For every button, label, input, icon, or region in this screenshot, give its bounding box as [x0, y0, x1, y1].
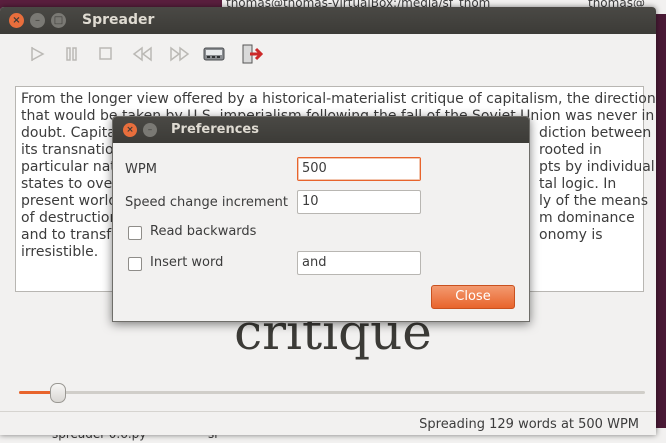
read-backwards-checkbox[interactable]: [128, 226, 142, 240]
text-line-left: From the longer view offered by a histor…: [21, 91, 656, 107]
text-line-left: irresistible.: [21, 244, 99, 260]
text-line-left: its transnation: [21, 142, 123, 158]
text-line-right: onomy is: [539, 227, 603, 243]
fast-forward-button[interactable]: [166, 42, 192, 66]
preferences-dialog: × – Preferences WPM 500 Speed change inc…: [112, 116, 530, 322]
text-line-right: m dominance: [539, 210, 635, 226]
quit-icon: [242, 44, 264, 64]
text-line-left: and to transfo: [21, 227, 120, 243]
fast-forward-icon: [170, 46, 190, 62]
text-line-left: present world: [21, 193, 118, 209]
text-line-right: tal logic. In: [539, 176, 617, 192]
progress-slider-handle[interactable]: [50, 383, 66, 403]
dialog-titlebar[interactable]: × – Preferences: [113, 117, 529, 143]
status-bar: Spreading 129 words at 500 WPM: [0, 411, 656, 435]
window-close-button[interactable]: ×: [9, 13, 24, 28]
wpm-label: WPM: [125, 162, 157, 177]
insert-word-label[interactable]: Insert word: [150, 255, 223, 270]
text-line-left: states to over: [21, 176, 118, 192]
text-line-left: particular nati: [21, 159, 120, 175]
preferences-button[interactable]: [201, 42, 227, 66]
speed-increment-label: Speed change increment: [125, 195, 288, 210]
pause-button[interactable]: [59, 42, 85, 66]
dialog-close-button[interactable]: ×: [123, 123, 137, 137]
text-line-right: ly of the means: [539, 193, 648, 209]
preferences-icon: [203, 47, 225, 61]
stop-icon: [99, 47, 112, 60]
desktop-background: [656, 14, 666, 443]
window-titlebar[interactable]: × – □ Spreader: [0, 7, 656, 34]
dialog-minimize-button[interactable]: –: [143, 123, 157, 137]
window-minimize-button[interactable]: –: [30, 13, 45, 28]
text-line-right: diction between: [539, 125, 652, 141]
pause-icon: [66, 47, 77, 61]
insert-word-checkbox[interactable]: [128, 257, 142, 271]
wpm-field[interactable]: 500: [297, 157, 421, 181]
dialog-title: Preferences: [171, 122, 259, 137]
rewind-icon: [132, 46, 152, 62]
window-maximize-button[interactable]: □: [51, 13, 66, 28]
rewind-button[interactable]: [130, 42, 156, 66]
text-line-right: rooted in: [539, 142, 602, 158]
text-line-right: pts by individual: [539, 159, 655, 175]
play-icon: [31, 46, 45, 62]
window-title: Spreader: [82, 12, 155, 28]
text-line-left: of destruction: [21, 210, 119, 226]
quit-button[interactable]: [239, 42, 265, 66]
insert-word-field[interactable]: and: [297, 251, 421, 275]
stop-button[interactable]: [93, 42, 119, 66]
progress-slider[interactable]: [19, 391, 645, 394]
close-button[interactable]: Close: [431, 285, 515, 309]
toolbar: [0, 34, 656, 74]
play-button[interactable]: [24, 42, 50, 66]
read-backwards-label[interactable]: Read backwards: [150, 224, 256, 239]
text-line: From the longer view offered by a histor…: [21, 91, 656, 108]
speed-increment-field[interactable]: 10: [297, 190, 421, 214]
status-text: Spreading 129 words at 500 WPM: [419, 417, 639, 432]
text-line-left: doubt. Capital: [21, 125, 120, 141]
